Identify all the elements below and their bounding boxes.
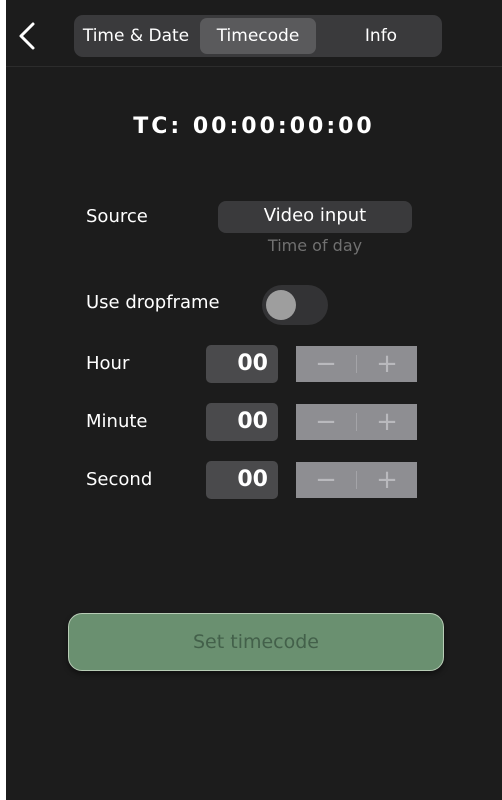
hour-increment-button[interactable]: + <box>357 346 417 382</box>
source-option-video-input[interactable]: Video input <box>218 205 412 226</box>
dropframe-toggle[interactable] <box>262 285 328 325</box>
set-timecode-button[interactable]: Set timecode <box>68 613 444 671</box>
minute-stepper: − + <box>296 404 417 440</box>
hour-decrement-button[interactable]: − <box>296 346 356 382</box>
toggle-knob <box>266 290 296 320</box>
minute-increment-button[interactable]: + <box>357 404 417 440</box>
timecode-screen: Time & Date Timecode Info TC: 00:00:00:0… <box>6 0 502 800</box>
source-label: Source <box>86 206 148 227</box>
dropframe-label: Use dropframe <box>86 292 220 313</box>
back-button[interactable] <box>12 19 40 53</box>
top-bar: Time & Date Timecode Info <box>6 0 502 67</box>
second-value-field[interactable]: 00 <box>206 461 278 499</box>
segmented-tabs: Time & Date Timecode Info <box>74 15 442 57</box>
timecode-display: TC: 00:00:00:00 <box>6 114 502 139</box>
tab-timecode[interactable]: Timecode <box>200 18 316 54</box>
minute-label: Minute <box>86 411 148 432</box>
second-increment-button[interactable]: + <box>357 462 417 498</box>
timecode-prefix: TC: <box>133 114 183 139</box>
source-picker[interactable]: Video input Time of day <box>218 198 412 262</box>
source-option-time-of-day[interactable]: Time of day <box>218 236 412 255</box>
tab-time-and-date[interactable]: Time & Date <box>80 18 192 54</box>
minute-value-field[interactable]: 00 <box>206 403 278 441</box>
second-stepper: − + <box>296 462 417 498</box>
minute-decrement-button[interactable]: − <box>296 404 356 440</box>
hour-stepper: − + <box>296 346 417 382</box>
timecode-value: 00:00:00:00 <box>192 114 375 139</box>
hour-label: Hour <box>86 353 130 374</box>
tab-info[interactable]: Info <box>326 18 436 54</box>
hour-value-field[interactable]: 00 <box>206 345 278 383</box>
second-label: Second <box>86 469 153 490</box>
second-decrement-button[interactable]: − <box>296 462 356 498</box>
chevron-left-icon <box>19 22 35 50</box>
